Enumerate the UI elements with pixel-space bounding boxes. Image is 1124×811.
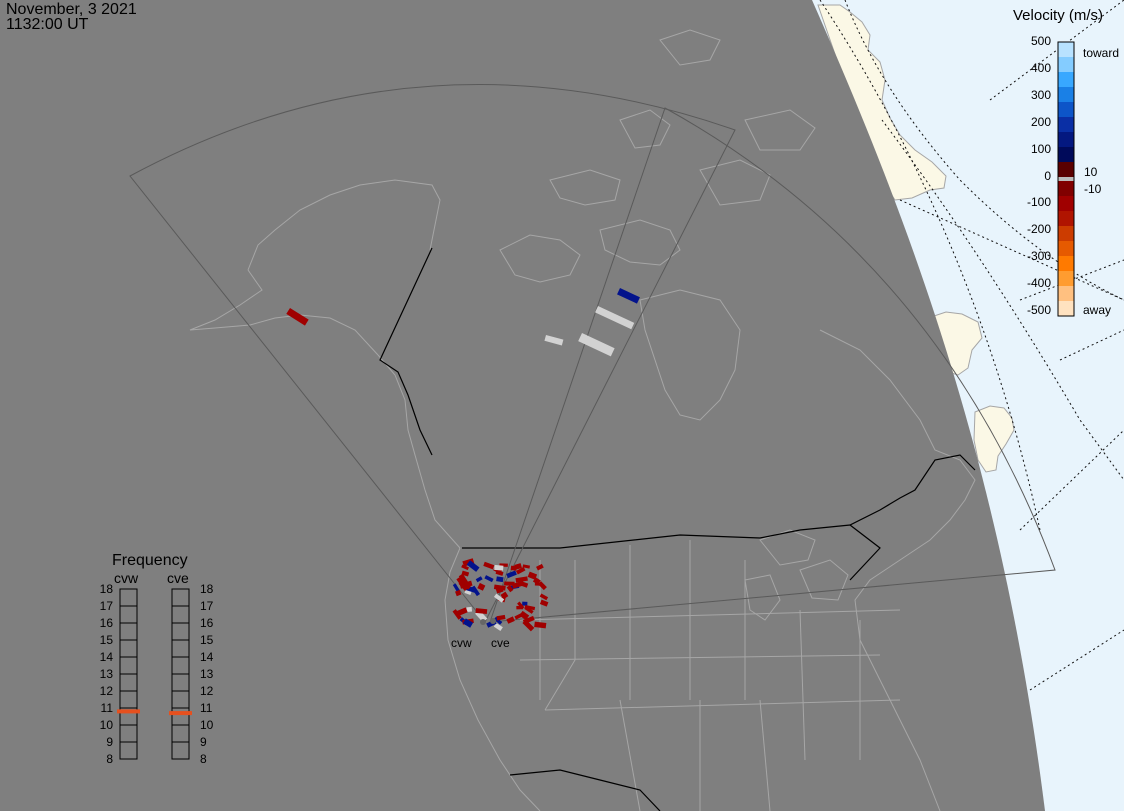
frequency-level-label: 18	[200, 582, 214, 596]
colorbar-swatch	[1058, 241, 1074, 257]
colorbar-tick-label: -300	[1027, 249, 1051, 263]
colorbar-away-label: away	[1083, 303, 1111, 317]
frequency-level-label: 17	[100, 599, 114, 613]
colorbar-tick-label: 0	[1044, 169, 1051, 183]
colorbar-swatch	[1058, 57, 1074, 73]
station-cvw-label: cvw	[451, 636, 472, 650]
frequency-level-label: 14	[100, 650, 114, 664]
frequency-level-label: 16	[200, 616, 214, 630]
colorbar-small-neg-label: -10	[1084, 182, 1102, 196]
colorbar-tick-label: 200	[1031, 115, 1051, 129]
frequency-title: Frequency	[112, 552, 188, 569]
colorbar-swatch	[1058, 196, 1074, 212]
colorbar-swatch	[1058, 102, 1074, 118]
frequency-level-label: 18	[100, 582, 114, 596]
colorbar-tick-label: 300	[1031, 88, 1051, 102]
velocity-cell	[510, 565, 517, 571]
colorbar-tick-label: 100	[1031, 142, 1051, 156]
colorbar-swatch	[1058, 87, 1074, 103]
frequency-level-label: 11	[200, 701, 213, 715]
velocity-cell	[466, 606, 473, 612]
colorbar-swatch	[1058, 147, 1074, 163]
frequency-marker-cve	[169, 711, 192, 716]
frequency-level-label: 10	[200, 718, 214, 732]
velocity-cell	[534, 582, 542, 586]
frequency-level-label: 11	[101, 701, 114, 715]
colorbar-swatch	[1058, 42, 1074, 58]
velocity-map[interactable]: cvw cve Velocity (m/s) 500 400 300 200 100 0 -…	[0, 0, 1124, 811]
frequency-level-label: 12	[200, 684, 214, 698]
colorbar-tick-label: -200	[1027, 222, 1051, 236]
colorbar-swatch	[1058, 286, 1074, 302]
colorbar-small-pos-label: 10	[1084, 165, 1098, 179]
colorbar-toward-label: toward	[1083, 46, 1119, 60]
colorbar-title: Velocity (m/s)	[1013, 7, 1103, 24]
colorbar-swatch	[1058, 162, 1074, 178]
colorbar-swatch	[1058, 132, 1074, 148]
frequency-marker-cvw	[117, 709, 140, 714]
velocity-cell	[522, 601, 528, 606]
colorbar-tick-label: -500	[1027, 303, 1051, 317]
frequency-level-label: 8	[200, 752, 207, 766]
colorbar-swatch	[1058, 301, 1074, 317]
colorbar-swatch	[1058, 72, 1074, 88]
frequency-level-label: 14	[200, 650, 214, 664]
velocity-cell	[496, 576, 504, 583]
frequency-level-label: 13	[100, 667, 114, 681]
frequency-level-label: 8	[106, 752, 113, 766]
colorbar-ground-scatter-swatch	[1058, 177, 1074, 181]
colorbar-swatch	[1058, 181, 1074, 197]
frequency-radar-cvw: cvw	[114, 570, 139, 586]
station-cvw-marker	[480, 619, 486, 625]
colorbar-tick-label: 500	[1031, 34, 1051, 48]
colorbar-swatch	[1058, 256, 1074, 272]
colorbar-tick-label: 400	[1031, 61, 1051, 75]
velocity-cell	[516, 605, 524, 610]
frequency-level-label: 9	[106, 735, 113, 749]
frequency-level-label: 10	[100, 718, 114, 732]
frequency-level-label: 15	[200, 633, 214, 647]
colorbar-swatch	[1058, 211, 1074, 227]
station-cve-marker	[490, 618, 496, 624]
frequency-level-label: 13	[200, 667, 214, 681]
frequency-level-label: 16	[100, 616, 114, 630]
map-view[interactable]: cvw cve Velocity (m/s) 500 400 300 200 100 0 -…	[0, 0, 1124, 811]
frequency-level-label: 12	[100, 684, 114, 698]
frequency-radar-cve: cve	[167, 570, 189, 586]
colorbar-swatch	[1058, 226, 1074, 242]
map-time: 1132:00 UT	[6, 16, 89, 33]
frequency-level-label: 17	[200, 599, 214, 613]
velocity-cell	[494, 564, 504, 571]
station-cve-label: cve	[491, 636, 510, 650]
colorbar-swatch	[1058, 271, 1074, 287]
frequency-level-label: 15	[100, 633, 114, 647]
colorbar-tick-label: -400	[1027, 276, 1051, 290]
colorbar-swatch	[1058, 117, 1074, 133]
frequency-level-label: 9	[200, 735, 207, 749]
colorbar-tick-label: -100	[1027, 195, 1051, 209]
colorbar-swatches	[1058, 42, 1074, 317]
